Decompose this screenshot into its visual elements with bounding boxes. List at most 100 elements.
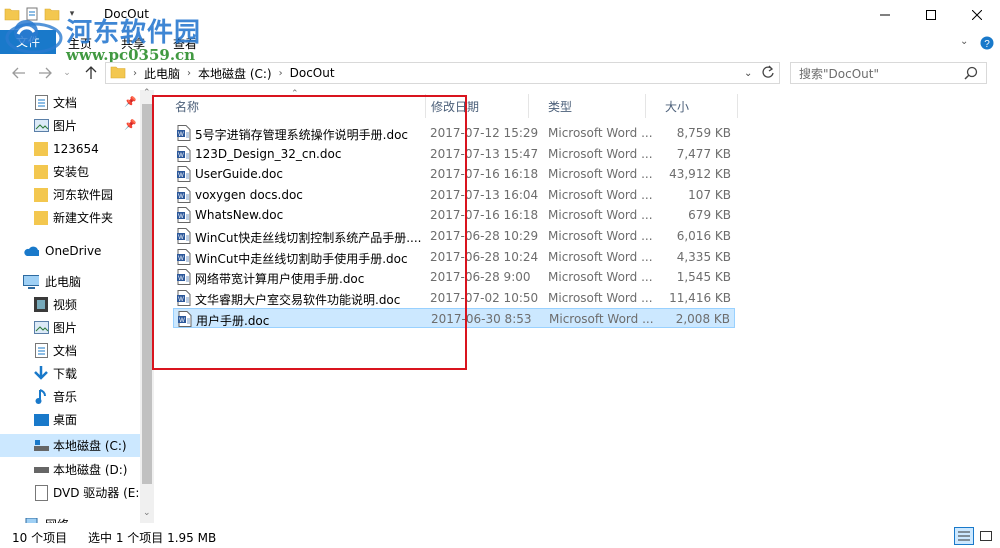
sidebar-item-label: 文档 bbox=[53, 344, 78, 358]
sidebar-item-documents-quick[interactable]: 文档 📌 bbox=[0, 91, 140, 114]
pin-icon[interactable]: 📌 bbox=[124, 97, 136, 108]
folder-icon bbox=[33, 210, 49, 226]
watermark-title: 河东软件园 bbox=[66, 18, 202, 48]
sidebar-item-drive-c[interactable]: 本地磁盘 (C:) bbox=[0, 434, 140, 457]
breadcrumb-docout[interactable]: DocOut bbox=[290, 66, 335, 80]
file-type: Microsoft Word ... bbox=[548, 146, 653, 161]
sidebar-item-label: 安装包 bbox=[53, 165, 90, 179]
sidebar-item-drive-d[interactable]: 本地磁盘 (D:) bbox=[0, 458, 140, 481]
item-count: 10 个项目 bbox=[12, 531, 68, 545]
highlight-annotation-box bbox=[152, 95, 467, 370]
sidebar-item-desktop[interactable]: 桌面 bbox=[0, 408, 140, 431]
address-dropdown-icon[interactable]: ⌄ bbox=[744, 68, 752, 79]
sidebar-item-123654[interactable]: 123654 bbox=[0, 137, 140, 160]
navigation-bar: ⌄ › 此电脑 › 本地磁盘 (C:) › DocOut ⌄ 搜索"DocOut… bbox=[0, 58, 1000, 88]
large-icons-view-button[interactable] bbox=[976, 527, 996, 545]
close-icon bbox=[972, 10, 982, 20]
recent-locations-icon[interactable]: ⌄ bbox=[58, 64, 76, 82]
help-icon[interactable]: ? bbox=[980, 36, 994, 53]
sidebar-item-new-folder[interactable]: 新建文件夹 bbox=[0, 206, 140, 229]
column-header-size[interactable]: 大小 bbox=[646, 94, 738, 118]
up-arrow-icon[interactable] bbox=[82, 64, 100, 82]
sidebar-item-label: 123654 bbox=[53, 141, 99, 156]
sidebar-item-label: 本地磁盘 (C:) bbox=[53, 439, 127, 453]
breadcrumb-separator-icon[interactable]: › bbox=[279, 68, 283, 79]
file-type: Microsoft Word ... bbox=[548, 270, 653, 285]
file-size: 4,335 KB bbox=[676, 249, 731, 264]
document-folder-icon bbox=[33, 343, 49, 359]
details-view-button[interactable] bbox=[954, 527, 974, 545]
sidebar-item-pictures-quick[interactable]: 图片 📌 bbox=[0, 114, 140, 137]
sidebar-item-label: 本地磁盘 (D:) bbox=[53, 463, 128, 477]
desktop-icon bbox=[33, 412, 49, 428]
sidebar-item-label: 新建文件夹 bbox=[53, 211, 114, 225]
selection-info: 选中 1 个项目 1.95 MB bbox=[88, 531, 217, 545]
sidebar-item-onedrive[interactable]: OneDrive bbox=[0, 239, 140, 262]
file-size: 2,008 KB bbox=[675, 312, 730, 327]
folder-icon bbox=[33, 164, 49, 180]
close-button[interactable] bbox=[954, 0, 1000, 30]
maximize-button[interactable] bbox=[908, 0, 954, 30]
sidebar-item-label: 视频 bbox=[53, 298, 78, 312]
expand-ribbon-icon[interactable]: ⌄ bbox=[960, 36, 968, 47]
scrollbar-thumb[interactable] bbox=[142, 104, 152, 484]
forward-arrow-icon[interactable] bbox=[36, 64, 54, 82]
minimize-button[interactable] bbox=[862, 0, 908, 30]
refresh-icon[interactable] bbox=[761, 65, 775, 82]
sidebar-item-label: 河东软件园 bbox=[53, 188, 114, 202]
breadcrumb-separator-icon[interactable]: › bbox=[187, 68, 191, 79]
large-icons-view-icon bbox=[980, 531, 992, 541]
file-type: Microsoft Word ... bbox=[549, 312, 654, 327]
sidebar-item-pictures[interactable]: 图片 bbox=[0, 316, 140, 339]
network-icon bbox=[23, 517, 39, 523]
sidebar-item-label: 网络 bbox=[45, 516, 69, 523]
sidebar-item-label: 文档 bbox=[53, 96, 78, 110]
file-type: Microsoft Word ... bbox=[548, 229, 653, 243]
sidebar-item-network[interactable]: 网络 bbox=[0, 513, 140, 523]
file-type: Microsoft Word ... bbox=[548, 167, 653, 182]
scroll-down-icon[interactable]: ⌄ bbox=[143, 508, 151, 518]
breadcrumb-separator-icon[interactable]: › bbox=[133, 68, 137, 79]
file-type: Microsoft Word ... bbox=[548, 187, 653, 202]
file-type: Microsoft Word ... bbox=[548, 208, 653, 223]
pin-icon[interactable]: 📌 bbox=[124, 120, 136, 131]
sidebar-item-dvd-drive[interactable]: DVD 驱动器 (E:) bbox=[0, 481, 140, 504]
sidebar-item-label: 下载 bbox=[53, 367, 78, 381]
sidebar-item-this-pc[interactable]: 此电脑 bbox=[0, 270, 140, 293]
sidebar-item-downloads[interactable]: 下载 bbox=[0, 362, 140, 385]
sidebar-item-videos[interactable]: 视频 bbox=[0, 293, 140, 316]
back-arrow-icon[interactable] bbox=[10, 64, 28, 82]
file-size: 8,759 KB bbox=[676, 126, 731, 140]
sidebar-item-installers[interactable]: 安装包 bbox=[0, 160, 140, 183]
music-note-icon bbox=[33, 389, 49, 405]
scroll-up-icon[interactable]: ⌃ bbox=[143, 88, 151, 98]
pictures-folder-icon bbox=[33, 118, 49, 134]
column-header-label: 大小 bbox=[665, 99, 690, 114]
sidebar-item-hedong[interactable]: 河东软件园 bbox=[0, 183, 140, 206]
search-icon[interactable] bbox=[964, 66, 978, 83]
file-size: 1,545 KB bbox=[676, 270, 731, 285]
drive-icon bbox=[33, 462, 49, 478]
column-header-label: 类型 bbox=[548, 99, 573, 114]
column-header-type[interactable]: 类型 bbox=[529, 94, 646, 118]
file-size: 11,416 KB bbox=[669, 290, 731, 305]
file-size: 7,477 KB bbox=[676, 146, 731, 161]
dvd-drive-icon bbox=[33, 484, 49, 501]
sidebar-item-label: DVD 驱动器 (E:) bbox=[53, 486, 140, 500]
sidebar-item-documents[interactable]: 文档 bbox=[0, 339, 140, 362]
watermark-logo-icon bbox=[4, 14, 64, 58]
search-input[interactable]: 搜索"DocOut" bbox=[790, 62, 987, 84]
sidebar-item-music[interactable]: 音乐 bbox=[0, 385, 140, 408]
file-size: 6,016 KB bbox=[676, 229, 731, 243]
breadcrumb-this-pc[interactable]: 此电脑 bbox=[144, 65, 180, 82]
sidebar-item-label: 此电脑 bbox=[45, 275, 82, 289]
file-size: 679 KB bbox=[688, 208, 731, 223]
address-bar[interactable]: › 此电脑 › 本地磁盘 (C:) › DocOut ⌄ bbox=[105, 62, 780, 84]
breadcrumb-drive-c[interactable]: 本地磁盘 (C:) bbox=[198, 65, 272, 82]
sidebar-item-label: OneDrive bbox=[45, 243, 102, 258]
file-type: Microsoft Word ... bbox=[548, 249, 653, 264]
sidebar-item-label: 图片 bbox=[53, 321, 78, 335]
search-placeholder: 搜索"DocOut" bbox=[799, 66, 879, 81]
minimize-icon bbox=[880, 14, 890, 16]
download-arrow-icon bbox=[33, 366, 49, 382]
